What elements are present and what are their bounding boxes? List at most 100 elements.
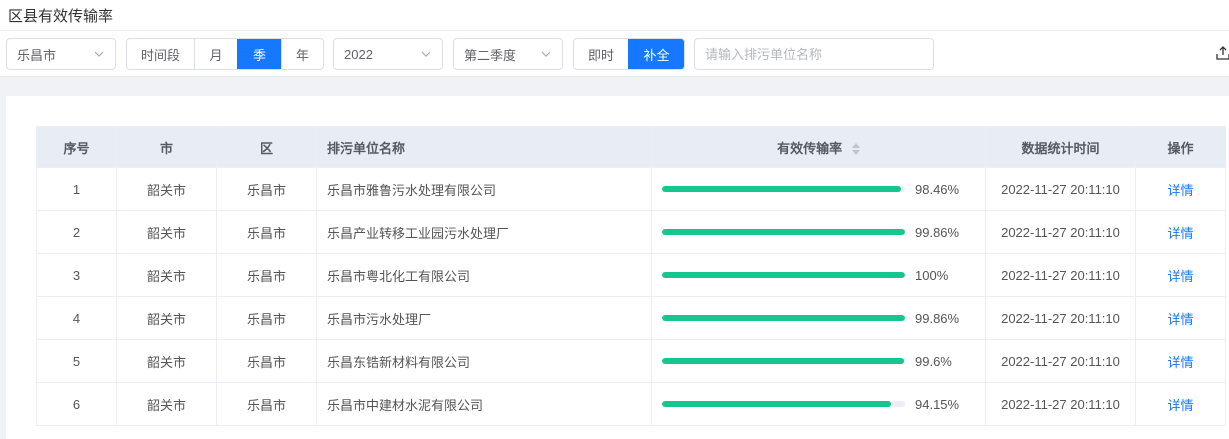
table-row: 6 韶关市 乐昌市 乐昌市中建材水泥有限公司 94.15% 2022-11-27… (36, 382, 1226, 426)
chevron-down-icon (541, 51, 551, 57)
header-action: 操作 (1135, 126, 1226, 168)
cell-rate: 94.15% (651, 382, 986, 426)
rate-progress-bar (662, 186, 905, 192)
cell-action: 详情 (1135, 382, 1226, 426)
rate-progress-bar (662, 358, 905, 364)
rate-value: 98.46% (915, 181, 960, 197)
chevron-down-icon (94, 51, 104, 57)
cell-index: 3 (36, 253, 117, 297)
detail-link[interactable]: 详情 (1167, 312, 1193, 327)
cell-action: 详情 (1135, 253, 1226, 297)
header-index: 序号 (36, 126, 117, 168)
detail-link[interactable]: 详情 (1167, 355, 1193, 370)
period-option-year[interactable]: 年 (281, 39, 323, 69)
period-toggle: 时间段 月 季 年 (126, 38, 324, 70)
header-time: 数据统计时间 (985, 126, 1136, 168)
cell-city: 韶关市 (116, 296, 217, 340)
page-title: 区县有效传输率 (8, 8, 114, 25)
cell-rate: 99.6% (651, 339, 986, 383)
rate-progress-fill (662, 229, 905, 235)
data-table: 序号 市 区 排污单位名称 有效传输率 数据统计时间 操作 1 韶关市 乐昌市 … (36, 126, 1226, 426)
cell-time: 2022-11-27 20:11:10 (985, 382, 1136, 426)
rate-progress-fill (662, 315, 905, 321)
cell-time: 2022-11-27 20:11:10 (985, 253, 1136, 297)
rate-progress-bar (662, 401, 905, 407)
cell-index: 5 (36, 339, 117, 383)
rate-progress-fill (662, 401, 891, 407)
cell-index: 1 (36, 167, 117, 211)
cell-district: 乐昌市 (216, 210, 317, 254)
table-header-row: 序号 市 区 排污单位名称 有效传输率 数据统计时间 操作 (36, 126, 1226, 168)
cell-unit-name: 乐昌市污水处理厂 (316, 296, 652, 340)
rate-progress-fill (662, 272, 905, 278)
cell-action: 详情 (1135, 210, 1226, 254)
cell-district: 乐昌市 (216, 339, 317, 383)
sort-icon[interactable] (851, 143, 860, 156)
cell-rate: 99.86% (651, 296, 986, 340)
cell-district: 乐昌市 (216, 167, 317, 211)
search-input[interactable] (694, 38, 934, 70)
cell-index: 6 (36, 382, 117, 426)
header-unit-name: 排污单位名称 (316, 126, 652, 168)
filter-toolbar: 乐昌市 时间段 月 季 年 2022 第二季度 即时 补全 (0, 31, 1229, 77)
mode-option-complete[interactable]: 补全 (628, 39, 684, 69)
table-row: 2 韶关市 乐昌市 乐昌产业转移工业园污水处理厂 99.86% 2022-11-… (36, 210, 1226, 254)
header-city: 市 (116, 126, 217, 168)
cell-city: 韶关市 (116, 167, 217, 211)
table-row: 5 韶关市 乐昌市 乐昌东锆新材料有限公司 99.6% 2022-11-27 2… (36, 339, 1226, 383)
period-option-range[interactable]: 时间段 (127, 39, 194, 69)
mode-option-realtime[interactable]: 即时 (574, 39, 628, 69)
cell-time: 2022-11-27 20:11:10 (985, 210, 1136, 254)
cell-unit-name: 乐昌东锆新材料有限公司 (316, 339, 652, 383)
cell-district: 乐昌市 (216, 253, 317, 297)
cell-time: 2022-11-27 20:11:10 (985, 339, 1136, 383)
cell-city: 韶关市 (116, 339, 217, 383)
cell-city: 韶关市 (116, 382, 217, 426)
cell-time: 2022-11-27 20:11:10 (985, 167, 1136, 211)
cell-rate: 99.86% (651, 210, 986, 254)
rate-value: 94.15% (915, 396, 960, 412)
cell-time: 2022-11-27 20:11:10 (985, 296, 1136, 340)
table-row: 1 韶关市 乐昌市 乐昌市雅鲁污水处理有限公司 98.46% 2022-11-2… (36, 167, 1226, 211)
header-rate[interactable]: 有效传输率 (651, 126, 986, 168)
year-select-value: 2022 (344, 46, 373, 62)
cell-index: 2 (36, 210, 117, 254)
detail-link[interactable]: 详情 (1167, 269, 1193, 284)
cell-district: 乐昌市 (216, 296, 317, 340)
city-select[interactable]: 乐昌市 (6, 38, 116, 70)
header-district: 区 (216, 126, 317, 168)
cell-index: 4 (36, 296, 117, 340)
year-select[interactable]: 2022 (333, 38, 443, 70)
table-row: 4 韶关市 乐昌市 乐昌市污水处理厂 99.86% 2022-11-27 20:… (36, 296, 1226, 340)
rate-value: 99.86% (915, 310, 960, 326)
page-header: 区县有效传输率 (0, 0, 1229, 31)
cell-unit-name: 乐昌市雅鲁污水处理有限公司 (316, 167, 652, 211)
rate-progress-bar (662, 272, 905, 278)
mode-toggle: 即时 补全 (573, 38, 685, 70)
cell-unit-name: 乐昌产业转移工业园污水处理厂 (316, 210, 652, 254)
cell-city: 韶关市 (116, 210, 217, 254)
cell-unit-name: 乐昌市粤北化工有限公司 (316, 253, 652, 297)
table-row: 3 韶关市 乐昌市 乐昌市粤北化工有限公司 100% 2022-11-27 20… (36, 253, 1226, 297)
cell-action: 详情 (1135, 167, 1226, 211)
rate-progress-fill (662, 186, 902, 192)
period-option-quarter[interactable]: 季 (237, 39, 281, 69)
quarter-select[interactable]: 第二季度 (453, 38, 563, 70)
cell-rate: 100% (651, 253, 986, 297)
header-rate-label: 有效传输率 (777, 140, 843, 156)
detail-link[interactable]: 详情 (1167, 183, 1193, 198)
cell-unit-name: 乐昌市中建材水泥有限公司 (316, 382, 652, 426)
detail-link[interactable]: 详情 (1167, 226, 1193, 241)
period-option-month[interactable]: 月 (194, 39, 237, 69)
detail-link[interactable]: 详情 (1167, 398, 1193, 413)
cell-city: 韶关市 (116, 253, 217, 297)
city-select-value: 乐昌市 (17, 47, 57, 63)
rate-value: 99.86% (915, 224, 960, 240)
rate-progress-fill (662, 358, 905, 364)
cell-action: 详情 (1135, 339, 1226, 383)
rate-progress-bar (662, 315, 905, 321)
cell-district: 乐昌市 (216, 382, 317, 426)
cell-action: 详情 (1135, 296, 1226, 340)
export-icon[interactable] (1215, 45, 1229, 61)
chevron-down-icon (421, 51, 431, 57)
